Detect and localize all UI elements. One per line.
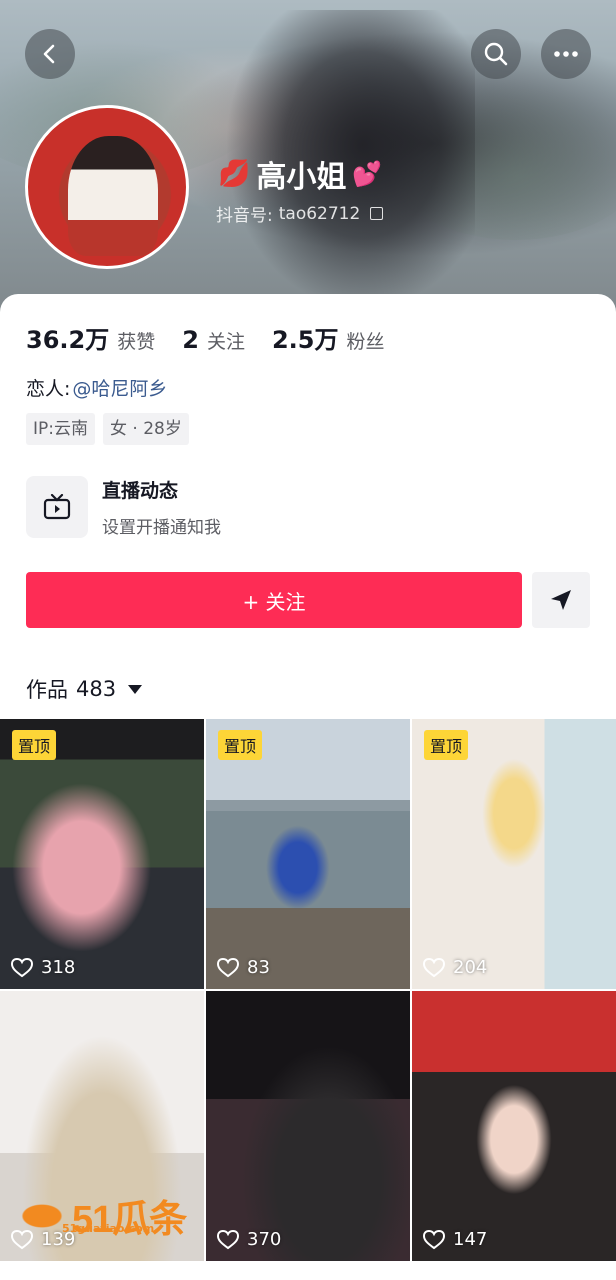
video-tile[interactable]: 370 bbox=[206, 991, 410, 1261]
stat-likes-label: 获赞 bbox=[117, 331, 156, 353]
likes-value: 204 bbox=[453, 957, 488, 978]
video-grid: 置顶 318 置顶 83 置顶 204 139 370 147 bbox=[0, 719, 616, 1261]
stat-likes[interactable]: 36.2万 获赞 bbox=[26, 320, 155, 355]
works-tab[interactable]: 作品 483 bbox=[26, 674, 143, 704]
douyin-id-label: 抖音号: bbox=[216, 206, 273, 226]
caret-down-icon bbox=[128, 684, 143, 694]
stat-followers-label: 粉丝 bbox=[346, 331, 385, 353]
douyin-id: tao62712 bbox=[278, 203, 361, 224]
lover-link[interactable]: @哈尼阿乡 bbox=[72, 378, 167, 400]
pinned-badge: 置顶 bbox=[218, 730, 263, 760]
profile-tags: IP:云南 女 · 28岁 bbox=[26, 413, 189, 445]
watermark-fish-icon bbox=[18, 1201, 66, 1230]
more-dots-icon bbox=[554, 51, 578, 57]
likes-value: 318 bbox=[41, 957, 76, 978]
send-icon bbox=[551, 590, 571, 610]
pinned-badge: 置顶 bbox=[12, 730, 57, 760]
back-button[interactable] bbox=[25, 29, 75, 79]
search-button[interactable] bbox=[471, 29, 521, 79]
stat-followers-num: 2.5万 bbox=[271, 326, 339, 354]
stat-followers[interactable]: 2.5万 粉丝 bbox=[272, 320, 385, 355]
likes-count: 370 bbox=[217, 1229, 281, 1250]
profile-name: 高小姐 bbox=[256, 160, 347, 195]
profile-card: 36.2万 获赞 2 关注 2.5万 粉丝 恋人: @哈尼阿乡 IP:云南 女 ·… bbox=[0, 294, 616, 724]
lips-icon: 💋 bbox=[218, 159, 251, 189]
profile-name-row: 💋 高小姐 💕 bbox=[218, 152, 382, 196]
heart-icon bbox=[217, 1229, 239, 1249]
likes-count: 318 bbox=[11, 957, 75, 978]
likes-value: 147 bbox=[453, 1229, 488, 1250]
douyin-id-row: 抖音号: tao62712 bbox=[216, 201, 384, 226]
likes-count: 147 bbox=[423, 1229, 487, 1250]
heart-icon bbox=[11, 957, 33, 977]
live-title: 直播动态 bbox=[102, 480, 179, 502]
likes-count: 83 bbox=[217, 957, 270, 978]
heart-icon bbox=[423, 957, 445, 977]
copy-icon[interactable] bbox=[370, 207, 384, 220]
stat-following[interactable]: 2 关注 bbox=[182, 326, 245, 354]
lover-label: 恋人: bbox=[26, 378, 71, 400]
stats-row: 36.2万 获赞 2 关注 2.5万 粉丝 bbox=[26, 320, 411, 355]
live-notify-row[interactable]: 直播动态 设置开播通知我 bbox=[26, 476, 221, 538]
pinned-badge: 置顶 bbox=[424, 730, 469, 760]
live-tv-icon bbox=[26, 476, 88, 538]
live-subtitle: 设置开播通知我 bbox=[102, 518, 221, 538]
stat-following-num: 2 bbox=[182, 326, 199, 354]
heart-icon bbox=[217, 957, 239, 977]
heart-icon bbox=[423, 1229, 445, 1249]
works-label: 作品 bbox=[26, 678, 68, 702]
video-tile[interactable]: 置顶 83 bbox=[206, 719, 410, 989]
watermark-url: 51guatiao.com bbox=[62, 1222, 155, 1235]
stat-likes-num: 36.2万 bbox=[26, 326, 110, 354]
tag-gender-age: 女 · 28岁 bbox=[103, 413, 189, 445]
two-hearts-icon: 💕 bbox=[352, 160, 383, 188]
avatar-figure bbox=[68, 136, 158, 256]
video-tile[interactable]: 置顶 318 bbox=[0, 719, 204, 989]
stat-following-label: 关注 bbox=[206, 331, 245, 353]
likes-value: 83 bbox=[247, 957, 270, 978]
video-tile[interactable]: 147 bbox=[412, 991, 616, 1261]
more-button[interactable] bbox=[541, 29, 591, 79]
avatar[interactable] bbox=[25, 105, 189, 269]
likes-count: 204 bbox=[423, 957, 487, 978]
share-button[interactable] bbox=[532, 572, 590, 628]
follow-button[interactable]: + 关注 bbox=[26, 572, 522, 628]
chevron-left-icon bbox=[43, 44, 55, 64]
lover-row: 恋人: @哈尼阿乡 bbox=[26, 374, 167, 401]
search-icon bbox=[484, 42, 508, 66]
works-count: 483 bbox=[76, 677, 117, 701]
likes-value: 370 bbox=[247, 1229, 282, 1250]
video-tile[interactable]: 置顶 204 bbox=[412, 719, 616, 989]
tag-ip: IP:云南 bbox=[26, 413, 95, 445]
